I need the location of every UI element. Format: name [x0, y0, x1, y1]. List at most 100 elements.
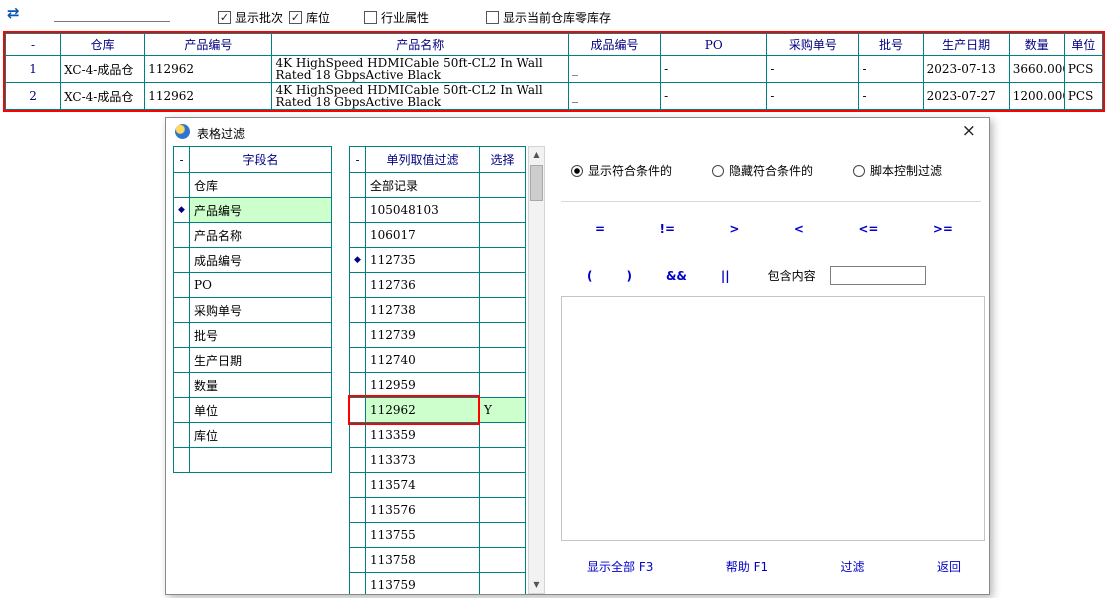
field-name-cell[interactable]: 单位 [190, 398, 332, 423]
field-row[interactable]: 单位 [174, 398, 332, 423]
main-table-col-header[interactable]: - [6, 34, 61, 56]
value-cell[interactable]: 全部记录 [366, 173, 480, 198]
toolbar-checkbox-1[interactable]: ✓库位 [289, 9, 330, 26]
field-row[interactable]: 采购单号 [174, 298, 332, 323]
field-row[interactable]: PO [174, 273, 332, 298]
field-name-cell[interactable]: 生产日期 [190, 348, 332, 373]
radio-icon[interactable] [853, 165, 865, 177]
value-cell[interactable]: 112738 [366, 298, 480, 323]
value-select-cell[interactable] [480, 573, 526, 596]
value-row[interactable]: 112740 [350, 348, 526, 373]
value-cell[interactable]: 112740 [366, 348, 480, 373]
value-select-cell[interactable] [480, 248, 526, 273]
value-select-cell[interactable] [480, 298, 526, 323]
checkbox-icon[interactable]: ✓ [218, 11, 231, 24]
dialog-button-3[interactable]: 返回 [937, 558, 961, 575]
value-row[interactable]: 113758 [350, 548, 526, 573]
radio-icon[interactable] [712, 165, 724, 177]
value-row[interactable]: ◆112735 [350, 248, 526, 273]
field-row[interactable]: 生产日期 [174, 348, 332, 373]
field-row[interactable]: 数量 [174, 373, 332, 398]
field-name-cell[interactable]: 数量 [190, 373, 332, 398]
value-row[interactable]: 113576 [350, 498, 526, 523]
value-row[interactable]: 112959 [350, 373, 526, 398]
value-select-cell[interactable] [480, 548, 526, 573]
value-cell[interactable]: 112739 [366, 323, 480, 348]
dialog-button-0[interactable]: 显示全部 F3 [587, 558, 653, 575]
value-cell[interactable]: 113759 [366, 573, 480, 596]
toolbar-checkbox-3[interactable]: 显示当前仓库零库存 [486, 9, 611, 26]
value-row[interactable]: 113373 [350, 448, 526, 473]
operator-button[interactable]: != [659, 222, 675, 236]
main-table-row[interactable]: 1XC-4-成品仓1129624K HighSpeed HDMICable 50… [6, 56, 1103, 83]
operator-button[interactable]: = [595, 222, 605, 236]
field-name-cell[interactable]: 产品名称 [190, 223, 332, 248]
operator-button[interactable]: < [794, 222, 804, 236]
swap-icon[interactable]: ⇄ [7, 4, 20, 22]
main-table-col-header[interactable]: 批号 [859, 34, 923, 56]
values-value-header[interactable]: 单列取值过滤 [366, 147, 480, 173]
main-table-col-header[interactable]: 成品编号 [568, 34, 660, 56]
main-table-col-header[interactable]: 数量 [1009, 34, 1064, 56]
operator-button[interactable]: <= [858, 222, 878, 236]
value-select-cell[interactable] [480, 273, 526, 298]
value-select-cell[interactable] [480, 223, 526, 248]
value-cell[interactable]: 112736 [366, 273, 480, 298]
value-cell[interactable]: 113758 [366, 548, 480, 573]
value-cell[interactable]: 113373 [366, 448, 480, 473]
field-name-cell[interactable]: 产品编号 [190, 198, 332, 223]
operator-button[interactable]: || [721, 269, 730, 283]
value-select-cell[interactable] [480, 523, 526, 548]
value-row[interactable]: 106017 [350, 223, 526, 248]
field-row[interactable]: ◆产品编号 [174, 198, 332, 223]
filter-radio-2[interactable]: 脚本控制过滤 [853, 162, 942, 179]
value-select-cell[interactable] [480, 348, 526, 373]
value-row[interactable]: 113755 [350, 523, 526, 548]
main-table-col-header[interactable]: 生产日期 [923, 34, 1009, 56]
value-select-cell[interactable]: Y [480, 398, 526, 423]
field-row[interactable] [174, 448, 332, 473]
filter-expression-area[interactable] [561, 296, 985, 541]
scroll-down-icon[interactable]: ▼ [529, 577, 544, 593]
field-name-cell[interactable]: 仓库 [190, 173, 332, 198]
toolbar-search-input[interactable] [54, 5, 170, 22]
values-scrollbar[interactable]: ▲ ▼ [528, 146, 545, 594]
scrollbar-thumb[interactable] [530, 165, 543, 201]
filter-radio-0[interactable]: 显示符合条件的 [571, 162, 672, 179]
field-name-cell[interactable]: PO [190, 273, 332, 298]
operator-button[interactable]: && [666, 269, 687, 283]
toolbar-checkbox-0[interactable]: ✓显示批次 [218, 9, 283, 26]
field-row[interactable]: 库位 [174, 423, 332, 448]
value-cell[interactable]: 105048103 [366, 198, 480, 223]
checkbox-icon[interactable]: ✓ [289, 11, 302, 24]
value-select-cell[interactable] [480, 498, 526, 523]
value-cell[interactable]: 113576 [366, 498, 480, 523]
field-row[interactable]: 产品名称 [174, 223, 332, 248]
field-name-cell[interactable]: 批号 [190, 323, 332, 348]
main-table-col-header[interactable]: 采购单号 [767, 34, 859, 56]
value-cell[interactable]: 112735 [366, 248, 480, 273]
filter-radio-1[interactable]: 隐藏符合条件的 [712, 162, 813, 179]
radio-icon[interactable] [571, 165, 583, 177]
value-select-cell[interactable] [480, 173, 526, 198]
scroll-up-icon[interactable]: ▲ [529, 147, 544, 163]
field-name-cell[interactable] [190, 448, 332, 473]
main-table-col-header[interactable]: 产品名称 [272, 34, 569, 56]
value-select-cell[interactable] [480, 373, 526, 398]
main-table-col-header[interactable]: 单位 [1064, 34, 1102, 56]
field-name-cell[interactable]: 成品编号 [190, 248, 332, 273]
value-row[interactable]: 113759 [350, 573, 526, 596]
value-row[interactable]: 112736 [350, 273, 526, 298]
operator-button[interactable]: ) [626, 269, 631, 283]
contains-input[interactable] [830, 266, 926, 285]
main-table-col-header[interactable]: 产品编号 [145, 34, 272, 56]
value-cell[interactable]: 106017 [366, 223, 480, 248]
value-cell[interactable]: 112959 [366, 373, 480, 398]
field-row[interactable]: 成品编号 [174, 248, 332, 273]
value-row[interactable]: 105048103 [350, 198, 526, 223]
field-row[interactable]: 仓库 [174, 173, 332, 198]
value-cell[interactable]: 112962 [366, 398, 480, 423]
value-row[interactable]: 113574 [350, 473, 526, 498]
value-cell[interactable]: 113359 [366, 423, 480, 448]
checkbox-icon[interactable] [364, 11, 377, 24]
